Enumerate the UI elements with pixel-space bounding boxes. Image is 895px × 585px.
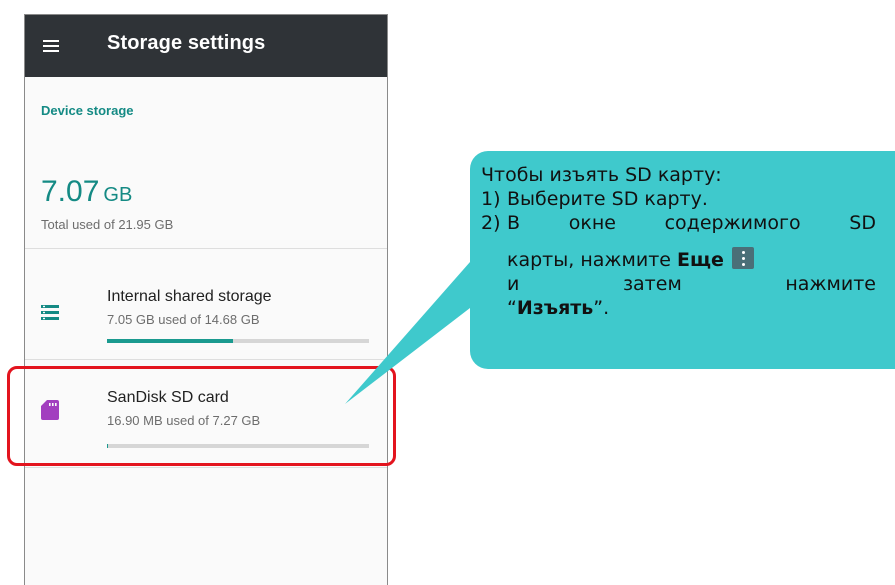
step-word: окне [568,212,616,234]
step-text: карты, нажмите [507,249,677,271]
step-number: 2) [481,212,501,234]
callout-step-2-line-2: карты, нажмите Еще [481,247,876,272]
callout-step-2-line-4: “Изъять”. [481,296,876,320]
callout-heading: Чтобы изъять SD карту: [481,164,722,186]
callout-text: Чтобы изъять SD карту: 1) Выберите SD кар… [481,163,876,320]
more-label: Еще [677,249,724,271]
step-word: нажмите [785,273,876,295]
callout-step-2-line-1: 2) В окне содержимого SD [481,211,876,235]
step-word: содержимого [664,212,801,234]
eject-label: Изъять [516,297,594,319]
step-word: затем [622,273,682,295]
step-number: 1) [481,188,501,210]
step-word: и [507,273,520,295]
callout-step-2-line-3: и затем нажмите [481,272,876,296]
callout-step-1: 1) Выберите SD карту. [481,187,876,211]
step-text: Выберите SD карту. [507,188,708,210]
quote-open: “ [507,297,517,319]
step-word: В [507,212,521,234]
step-text-justified: В окне содержимого SD [507,211,876,235]
overflow-menu-icon [731,247,754,269]
step-word: SD [849,212,876,234]
quote-close: ”. [593,297,610,319]
